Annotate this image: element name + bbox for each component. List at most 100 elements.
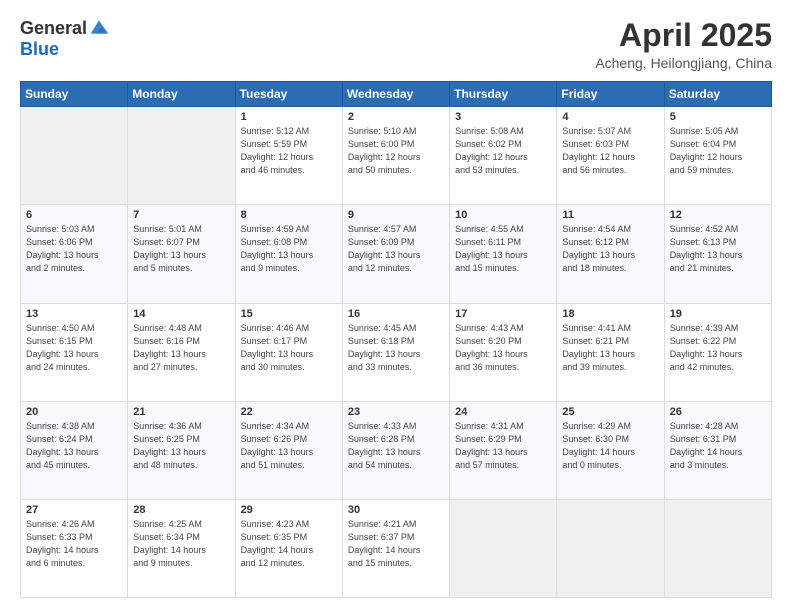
- weekday-header-tuesday: Tuesday: [235, 82, 342, 107]
- calendar-cell: 24 Sunrise: 4:31 AMSunset: 6:29 PMDayligh…: [450, 401, 557, 499]
- day-number: 28: [133, 504, 229, 516]
- day-info: Sunrise: 4:54 AMSunset: 6:12 PMDaylight:…: [562, 223, 658, 275]
- calendar-cell: [450, 499, 557, 597]
- day-number: 27: [26, 504, 122, 516]
- calendar-cell: 29 Sunrise: 4:23 AMSunset: 6:35 PMDayligh…: [235, 499, 342, 597]
- day-number: 14: [133, 308, 229, 320]
- month-title: April 2025: [595, 18, 772, 53]
- day-info: Sunrise: 5:01 AMSunset: 6:07 PMDaylight:…: [133, 223, 229, 275]
- location-title: Acheng, Heilongjiang, China: [595, 55, 772, 71]
- logo-icon: [89, 17, 109, 37]
- calendar-cell: 15Sunrise: 4:46 AMSunset: 6:17 PMDayligh…: [235, 303, 342, 401]
- calendar-cell: 1 Sunrise: 5:12 AMSunset: 5:59 PMDaylight…: [235, 107, 342, 205]
- calendar-cell: 9Sunrise: 4:57 AMSunset: 6:09 PMDaylight…: [342, 205, 449, 303]
- calendar-cell: 28 Sunrise: 4:25 AMSunset: 6:34 PMDayligh…: [128, 499, 235, 597]
- day-info: Sunrise: 5:07 AMSunset: 6:03 PMDaylight:…: [562, 125, 658, 177]
- weekday-header-saturday: Saturday: [664, 82, 771, 107]
- calendar-cell: 25Sunrise: 4:29 AMSunset: 6:30 PMDayligh…: [557, 401, 664, 499]
- day-number: 26: [670, 406, 766, 418]
- calendar-cell: 13 Sunrise: 4:50 AMSunset: 6:15 PMDayligh…: [21, 303, 128, 401]
- day-number: 4: [562, 111, 658, 123]
- day-number: 2: [348, 111, 444, 123]
- day-info: Sunrise: 4:59 AMSunset: 6:08 PMDaylight:…: [241, 223, 337, 275]
- weekday-header-row: SundayMondayTuesdayWednesdayThursdayFrid…: [21, 82, 772, 107]
- day-info: Sunrise: 4:39 AMSunset: 6:22 PMDaylight:…: [670, 322, 766, 374]
- weekday-header-sunday: Sunday: [21, 82, 128, 107]
- calendar-cell: [557, 499, 664, 597]
- day-info: Sunrise: 4:50 AMSunset: 6:15 PMDaylight:…: [26, 322, 122, 374]
- day-number: 10: [455, 209, 551, 221]
- day-number: 1: [241, 111, 337, 123]
- calendar-cell: 5 Sunrise: 5:05 AMSunset: 6:04 PMDaylight…: [664, 107, 771, 205]
- calendar-cell: [128, 107, 235, 205]
- weekday-header-thursday: Thursday: [450, 82, 557, 107]
- calendar-cell: 26 Sunrise: 4:28 AMSunset: 6:31 PMDayligh…: [664, 401, 771, 499]
- calendar-cell: 21Sunrise: 4:36 AMSunset: 6:25 PMDayligh…: [128, 401, 235, 499]
- logo: General Blue: [20, 18, 109, 60]
- logo-blue-text: Blue: [20, 39, 59, 60]
- header: General Blue April 2025 Acheng, Heilongj…: [20, 18, 772, 71]
- calendar-cell: 6 Sunrise: 5:03 AMSunset: 6:06 PMDaylight…: [21, 205, 128, 303]
- calendar-cell: 8 Sunrise: 4:59 AMSunset: 6:08 PMDaylight…: [235, 205, 342, 303]
- day-info: Sunrise: 4:33 AMSunset: 6:28 PMDaylight:…: [348, 420, 444, 472]
- calendar-cell: 23Sunrise: 4:33 AMSunset: 6:28 PMDayligh…: [342, 401, 449, 499]
- calendar-cell: 7Sunrise: 5:01 AMSunset: 6:07 PMDaylight…: [128, 205, 235, 303]
- day-info: Sunrise: 4:29 AMSunset: 6:30 PMDaylight:…: [562, 420, 658, 472]
- weekday-header-monday: Monday: [128, 82, 235, 107]
- day-number: 24: [455, 406, 551, 418]
- calendar-cell: [21, 107, 128, 205]
- day-number: 8: [241, 209, 337, 221]
- calendar-table: SundayMondayTuesdayWednesdayThursdayFrid…: [20, 81, 772, 598]
- day-info: Sunrise: 4:34 AMSunset: 6:26 PMDaylight:…: [241, 420, 337, 472]
- page: General Blue April 2025 Acheng, Heilongj…: [0, 0, 792, 612]
- day-info: Sunrise: 5:05 AMSunset: 6:04 PMDaylight:…: [670, 125, 766, 177]
- day-info: Sunrise: 4:48 AMSunset: 6:16 PMDaylight:…: [133, 322, 229, 374]
- day-info: Sunrise: 5:03 AMSunset: 6:06 PMDaylight:…: [26, 223, 122, 275]
- calendar-cell: 2Sunrise: 5:10 AMSunset: 6:00 PMDaylight…: [342, 107, 449, 205]
- day-info: Sunrise: 4:25 AMSunset: 6:34 PMDaylight:…: [133, 518, 229, 570]
- week-row-2: 6 Sunrise: 5:03 AMSunset: 6:06 PMDaylight…: [21, 205, 772, 303]
- title-block: April 2025 Acheng, Heilongjiang, China: [595, 18, 772, 71]
- day-info: Sunrise: 4:45 AMSunset: 6:18 PMDaylight:…: [348, 322, 444, 374]
- calendar-cell: 18 Sunrise: 4:41 AMSunset: 6:21 PMDayligh…: [557, 303, 664, 401]
- day-info: Sunrise: 4:31 AMSunset: 6:29 PMDaylight:…: [455, 420, 551, 472]
- day-number: 20: [26, 406, 122, 418]
- day-info: Sunrise: 4:36 AMSunset: 6:25 PMDaylight:…: [133, 420, 229, 472]
- week-row-3: 13 Sunrise: 4:50 AMSunset: 6:15 PMDayligh…: [21, 303, 772, 401]
- week-row-1: 1 Sunrise: 5:12 AMSunset: 5:59 PMDaylight…: [21, 107, 772, 205]
- day-number: 12: [670, 209, 766, 221]
- day-info: Sunrise: 4:23 AMSunset: 6:35 PMDaylight:…: [241, 518, 337, 570]
- calendar-cell: 16 Sunrise: 4:45 AMSunset: 6:18 PMDayligh…: [342, 303, 449, 401]
- day-info: Sunrise: 4:21 AMSunset: 6:37 PMDaylight:…: [348, 518, 444, 570]
- day-info: Sunrise: 4:28 AMSunset: 6:31 PMDaylight:…: [670, 420, 766, 472]
- week-row-4: 20 Sunrise: 4:38 AMSunset: 6:24 PMDayligh…: [21, 401, 772, 499]
- day-number: 9: [348, 209, 444, 221]
- day-number: 29: [241, 504, 337, 516]
- day-number: 6: [26, 209, 122, 221]
- day-number: 3: [455, 111, 551, 123]
- calendar-cell: 27 Sunrise: 4:26 AMSunset: 6:33 PMDayligh…: [21, 499, 128, 597]
- day-info: Sunrise: 4:26 AMSunset: 6:33 PMDaylight:…: [26, 518, 122, 570]
- calendar-cell: 4 Sunrise: 5:07 AMSunset: 6:03 PMDaylight…: [557, 107, 664, 205]
- day-info: Sunrise: 4:43 AMSunset: 6:20 PMDaylight:…: [455, 322, 551, 374]
- calendar-cell: 14 Sunrise: 4:48 AMSunset: 6:16 PMDayligh…: [128, 303, 235, 401]
- calendar-cell: 3 Sunrise: 5:08 AMSunset: 6:02 PMDaylight…: [450, 107, 557, 205]
- weekday-header-friday: Friday: [557, 82, 664, 107]
- calendar-cell: 12Sunrise: 4:52 AMSunset: 6:13 PMDayligh…: [664, 205, 771, 303]
- day-number: 22: [241, 406, 337, 418]
- day-info: Sunrise: 4:38 AMSunset: 6:24 PMDaylight:…: [26, 420, 122, 472]
- day-info: Sunrise: 5:12 AMSunset: 5:59 PMDaylight:…: [241, 125, 337, 177]
- day-number: 11: [562, 209, 658, 221]
- day-number: 19: [670, 308, 766, 320]
- day-info: Sunrise: 5:08 AMSunset: 6:02 PMDaylight:…: [455, 125, 551, 177]
- day-info: Sunrise: 4:41 AMSunset: 6:21 PMDaylight:…: [562, 322, 658, 374]
- day-number: 5: [670, 111, 766, 123]
- day-number: 18: [562, 308, 658, 320]
- day-number: 13: [26, 308, 122, 320]
- day-info: Sunrise: 4:55 AMSunset: 6:11 PMDaylight:…: [455, 223, 551, 275]
- day-number: 30: [348, 504, 444, 516]
- day-number: 17: [455, 308, 551, 320]
- calendar-cell: 17 Sunrise: 4:43 AMSunset: 6:20 PMDayligh…: [450, 303, 557, 401]
- calendar-cell: 11 Sunrise: 4:54 AMSunset: 6:12 PMDayligh…: [557, 205, 664, 303]
- day-number: 16: [348, 308, 444, 320]
